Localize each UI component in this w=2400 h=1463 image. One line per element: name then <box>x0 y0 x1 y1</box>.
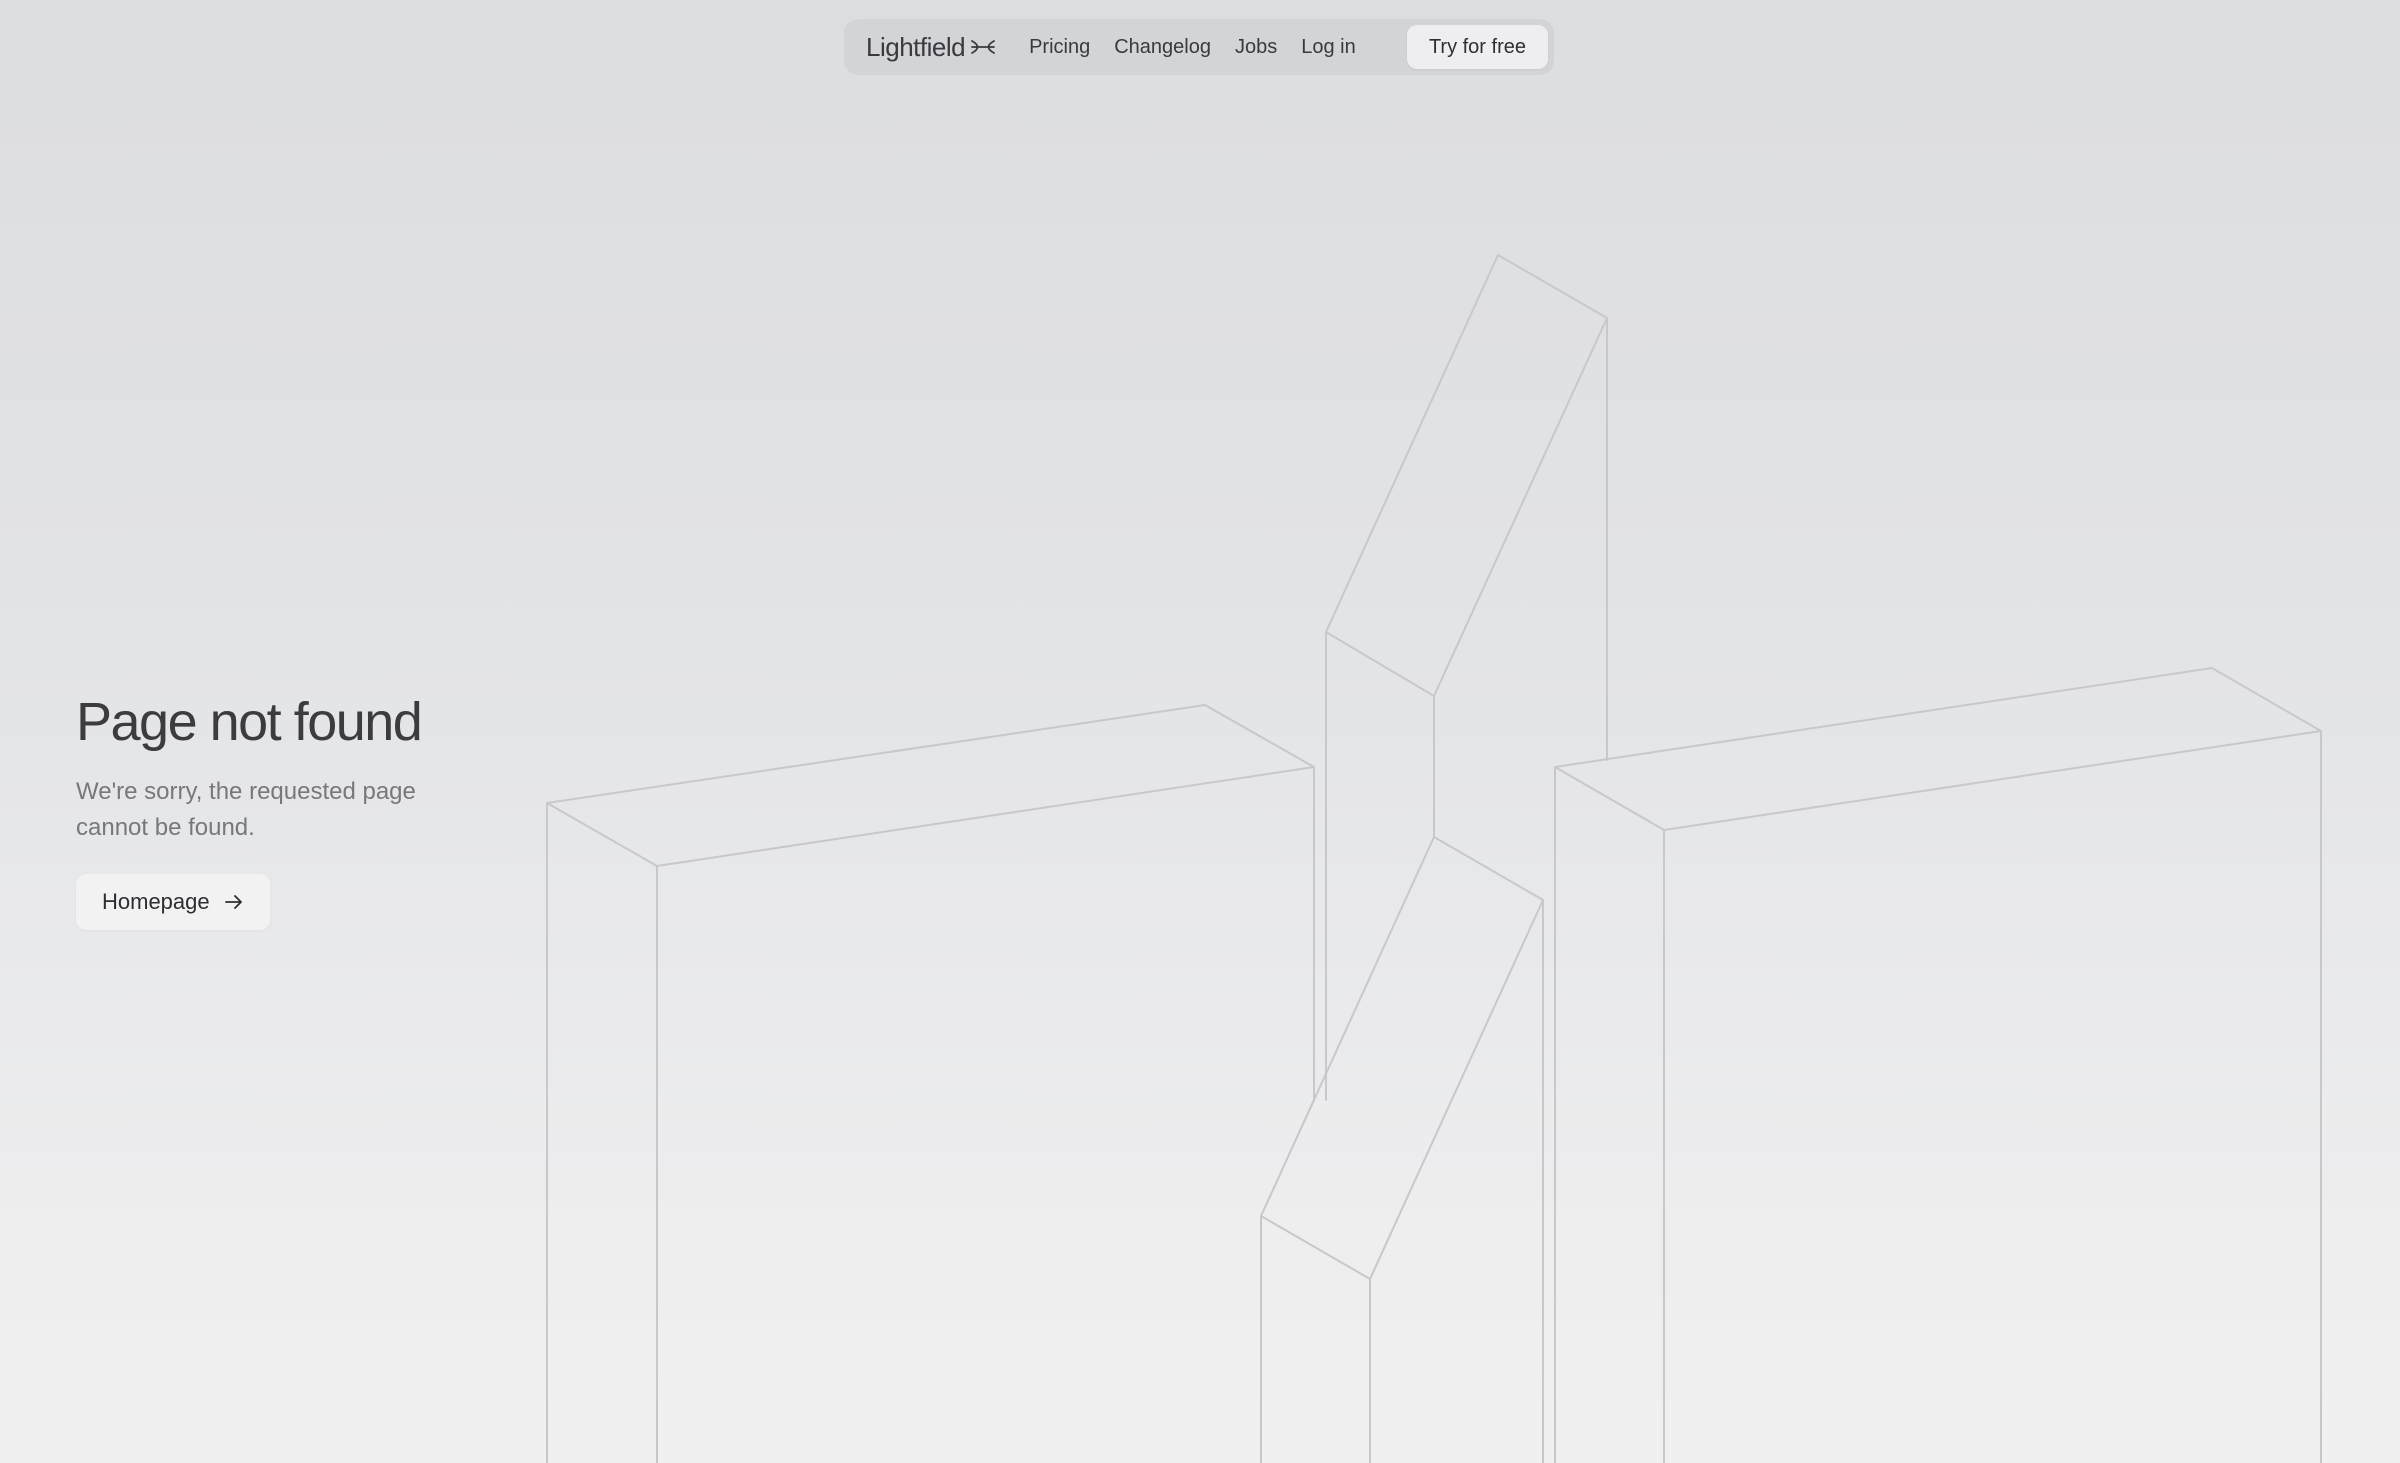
nav-link-pricing[interactable]: Pricing <box>1017 36 1102 59</box>
logo-mark-icon <box>971 38 995 56</box>
left-block <box>546 704 1315 1463</box>
try-for-free-button[interactable]: Try for free <box>1406 25 1548 69</box>
top-navigation: Lightfield Pricing Changelog Jobs Log in… <box>844 19 1554 75</box>
page-subtitle: We're sorry, the requested page cannot b… <box>76 778 416 841</box>
right-block <box>1554 667 2322 1463</box>
logo-text: Lightfield <box>866 31 966 62</box>
arrow-right-icon <box>224 892 244 912</box>
nav-link-changelog[interactable]: Changelog <box>1102 36 1223 59</box>
homepage-button[interactable]: Homepage <box>76 874 270 930</box>
page-title: Page not found <box>76 692 423 752</box>
nav-link-jobs[interactable]: Jobs <box>1223 36 1289 59</box>
homepage-button-label: Homepage <box>102 889 210 914</box>
not-found-hero: Page not found We're sorry, the requeste… <box>76 688 476 930</box>
lower-leaning-block <box>1260 836 1544 1463</box>
tall-leaning-block <box>1325 254 1608 1101</box>
nav-link-log-in[interactable]: Log in <box>1289 36 1368 59</box>
brand-logo[interactable]: Lightfield <box>866 32 995 63</box>
